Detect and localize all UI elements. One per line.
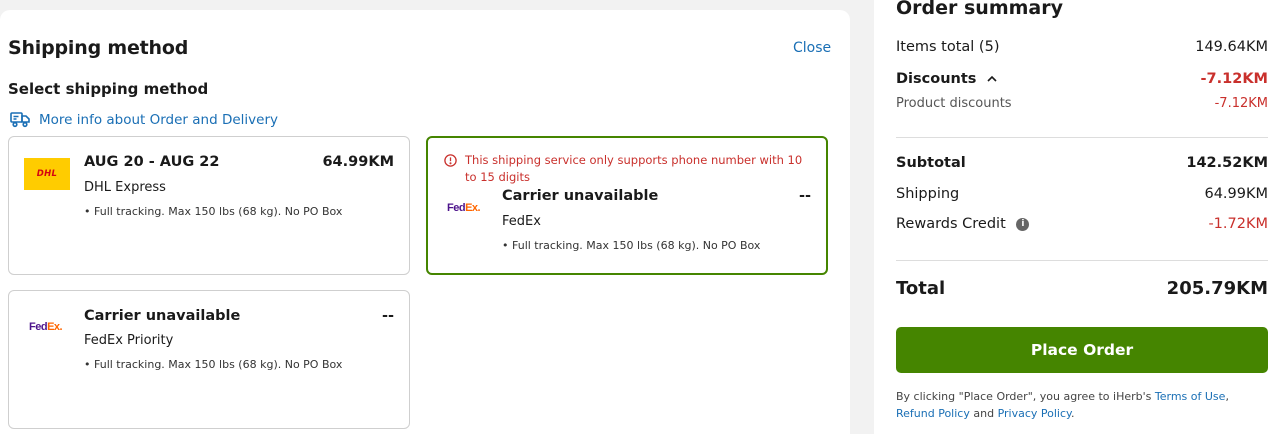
product-discounts-value: -7.12KM: [1214, 96, 1268, 111]
legal-and: and: [969, 407, 998, 420]
option-title: Carrier unavailable: [84, 308, 241, 324]
fedex-logo-icon: FedEx.: [447, 202, 481, 214]
total-label: Total: [896, 278, 946, 299]
shipping-row: Shipping 64.99KM: [896, 186, 1268, 202]
terms-of-use-link[interactable]: Terms of Use: [1155, 390, 1226, 403]
delivery-truck-icon: [10, 112, 30, 128]
total-row: Total 205.79KM: [896, 278, 1268, 299]
option-title: Carrier unavailable: [502, 188, 659, 204]
shipping-method-panel: Shipping method Close Select shipping me…: [0, 10, 850, 434]
rewards-credit-label: Rewards Credit: [896, 216, 1006, 232]
shipping-method-title: Shipping method: [8, 37, 189, 59]
info-icon[interactable]: i: [1016, 217, 1030, 231]
shipping-option-fedex-priority[interactable]: FedEx. Carrier unavailable -- FedEx Prio…: [8, 290, 410, 429]
product-discounts-row: Product discounts -7.12KM: [896, 96, 1268, 111]
fedex-logo-icon: FedEx.: [29, 321, 63, 333]
order-summary-panel: Order summary Items total (5) 149.64KM D…: [874, 0, 1280, 434]
option-price: --: [798, 188, 811, 204]
warning-text: This shipping service only supports phon…: [465, 153, 803, 184]
fedex-logo-ex: Ex.: [465, 202, 481, 214]
option-carrier-name: FedEx Priority: [84, 333, 174, 348]
legal-separator: ,: [1225, 390, 1229, 403]
items-total-label: Items total (5): [896, 39, 1000, 55]
dhl-logo-text: DHL: [36, 169, 58, 179]
option-carrier-name: FedEx: [502, 214, 541, 229]
refund-policy-link[interactable]: Refund Policy: [896, 407, 970, 420]
rewards-credit-value: -1.72KM: [1208, 216, 1268, 232]
shipping-option-dhl-express[interactable]: DHL AUG 20 - AUG 22 64.99KM DHL Express …: [8, 136, 410, 275]
option-feature: Full tracking. Max 150 lbs (68 kg). No P…: [84, 205, 342, 218]
option-price: --: [381, 308, 394, 324]
dhl-logo-icon: DHL: [24, 158, 70, 190]
option-feature: Full tracking. Max 150 lbs (68 kg). No P…: [502, 239, 760, 252]
total-value: 205.79KM: [1166, 278, 1268, 299]
items-total-row: Items total (5) 149.64KM: [896, 39, 1268, 55]
items-total-value: 149.64KM: [1195, 39, 1268, 55]
option-carrier-name: DHL Express: [84, 180, 166, 195]
more-info-link[interactable]: More info about Order and Delivery: [10, 111, 278, 128]
option-feature: Full tracking. Max 150 lbs (68 kg). No P…: [84, 358, 342, 371]
discounts-label: Discounts: [896, 71, 977, 87]
fedex-logo-fed: Fed: [29, 321, 48, 333]
place-order-button[interactable]: Place Order: [896, 327, 1268, 373]
fedex-logo-ex: Ex.: [47, 321, 63, 333]
shipping-value: 64.99KM: [1204, 186, 1268, 202]
rewards-credit-row: Rewards Credit i -1.72KM: [896, 216, 1268, 232]
discounts-toggle[interactable]: Discounts: [896, 71, 997, 87]
select-shipping-heading: Select shipping method: [8, 80, 209, 98]
legal-prefix: By clicking "Place Order", you agree to …: [896, 390, 1155, 403]
shipping-label: Shipping: [896, 186, 960, 202]
discounts-row: Discounts -7.12KM: [896, 71, 1268, 87]
shipping-option-fedex[interactable]: This shipping service only supports phon…: [426, 136, 828, 275]
option-title: AUG 20 - AUG 22: [84, 154, 220, 170]
subtotal-value: 142.52KM: [1186, 155, 1268, 171]
chevron-up-icon: [987, 75, 997, 82]
order-summary-title: Order summary: [896, 0, 1064, 19]
close-link[interactable]: Close: [793, 40, 831, 56]
product-discounts-label: Product discounts: [896, 96, 1012, 111]
discounts-value: -7.12KM: [1200, 71, 1268, 87]
option-price: 64.99KM: [322, 154, 394, 170]
divider: [896, 137, 1268, 138]
divider: [896, 260, 1268, 261]
more-info-label: More info about Order and Delivery: [39, 111, 278, 128]
alert-circle-icon: [444, 154, 457, 167]
phone-number-warning: This shipping service only supports phon…: [444, 152, 814, 186]
privacy-policy-link[interactable]: Privacy Policy: [998, 407, 1071, 420]
subtotal-label: Subtotal: [896, 155, 966, 171]
fedex-logo-fed: Fed: [447, 202, 466, 214]
subtotal-row: Subtotal 142.52KM: [896, 155, 1268, 171]
legal-notice: By clicking "Place Order", you agree to …: [896, 388, 1271, 422]
legal-end: .: [1070, 407, 1075, 420]
